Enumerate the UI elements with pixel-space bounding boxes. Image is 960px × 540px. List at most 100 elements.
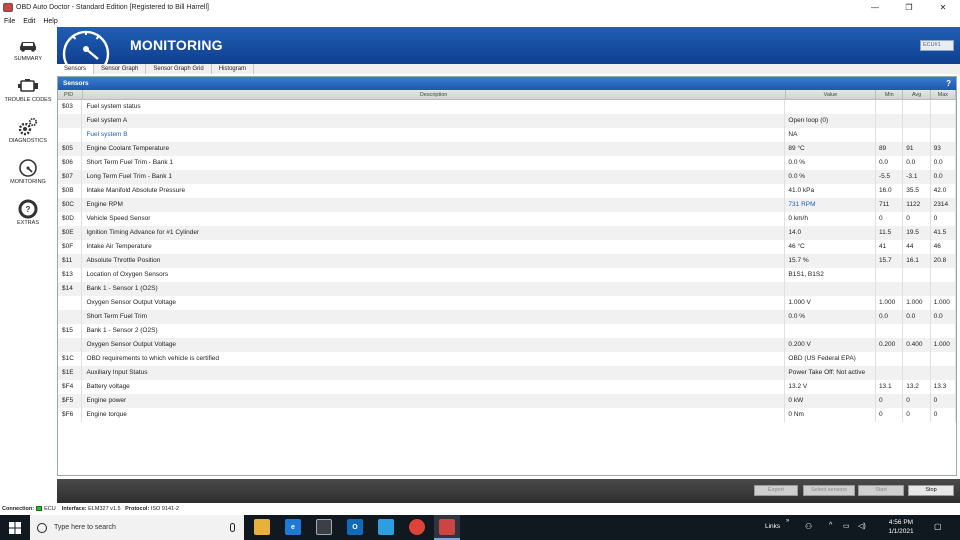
table-row[interactable]: Fuel system B NA — [58, 128, 956, 142]
cell-max: 0 — [931, 408, 956, 422]
clock[interactable]: 4:56 PM 1/1/2021 — [876, 518, 926, 536]
cell-max — [931, 114, 956, 128]
cell-desc: Battery voltage — [82, 380, 786, 394]
search-input[interactable]: Type here to search — [54, 524, 116, 531]
table-row[interactable]: $0D Vehicle Speed Sensor 0 km/h 0 0 0 — [58, 212, 956, 226]
chevron-icon[interactable]: » — [786, 518, 789, 524]
edge-browser-icon[interactable]: e — [285, 519, 301, 535]
table-row[interactable]: $F4 Battery voltage 13.2 V 13.1 13.2 13.3 — [58, 380, 956, 394]
table-row[interactable]: $11 Absolute Throttle Position 15.7 % 15.7 1… — [58, 254, 956, 268]
table-row[interactable]: Short Term Fuel Trim 0.0 % 0.0 0.0 0.0 — [58, 310, 956, 324]
cell-max: 0 — [931, 394, 956, 408]
column-min[interactable]: Min — [876, 90, 904, 99]
tab-sensors[interactable]: Sensors — [57, 64, 95, 74]
table-row[interactable]: $07 Long Term Fuel Trim - Bank 1 0.0 % -5.5… — [58, 170, 956, 184]
connection-value: ECU — [44, 506, 56, 512]
help-icon[interactable]: ? — [946, 77, 951, 90]
stop-button[interactable]: Stop — [908, 485, 954, 496]
nav-trouble-codes[interactable]: TROUBLE CODES — [0, 74, 56, 110]
cell-pid: $11 — [58, 254, 83, 268]
table-row[interactable]: $14 Bank 1 - Sensor 1 (O2S) — [58, 282, 956, 296]
tab-histogram[interactable]: Histogram — [212, 64, 255, 74]
cell-desc: Short Term Fuel Trim - Bank 1 — [82, 156, 786, 170]
cell-avg: 35.5 — [903, 184, 931, 198]
table-row[interactable]: $F6 Engine torque 0 Nm 0 0 0 — [58, 408, 956, 422]
nav-label: EXTRAS — [16, 220, 39, 226]
table-row[interactable]: $03 Fuel system status — [58, 100, 956, 114]
export-button[interactable]: Export — [754, 485, 798, 496]
tab-sensor-graph[interactable]: Sensor Graph — [94, 64, 147, 74]
cell-desc: Ignition Timing Advance for #1 Cylinder — [82, 226, 786, 240]
volume-icon[interactable]: ◁) — [858, 522, 866, 530]
cell-avg — [903, 100, 931, 114]
table-row[interactable]: $1E Auxiliary Input Status Power Take Off:… — [58, 366, 956, 380]
cell-desc: Vehicle Speed Sensor — [82, 212, 786, 226]
file-explorer-icon[interactable] — [254, 519, 270, 535]
cell-max — [931, 128, 956, 142]
menu-edit[interactable]: Edit — [23, 18, 35, 25]
nav-summary[interactable]: SUMMARY — [0, 33, 56, 69]
table-row[interactable]: $13 Location of Oxygen Sensors B1S1, B1S2 — [58, 268, 956, 282]
table-row[interactable]: $06 Short Term Fuel Trim - Bank 1 0.0 % 0.0… — [58, 156, 956, 170]
close-icon[interactable]: ✕ — [926, 0, 960, 15]
taskbar-search[interactable]: Type here to search — [30, 515, 244, 540]
start-button[interactable]: Start — [858, 485, 904, 496]
cell-desc: Short Term Fuel Trim — [82, 310, 786, 324]
interface-label: Interface: — [61, 506, 87, 512]
start-button[interactable] — [0, 515, 30, 540]
cell-value: Power Take Off: Not active — [785, 366, 876, 380]
table-row[interactable]: Fuel system A Open loop (0) — [58, 114, 956, 128]
chrome-icon[interactable] — [409, 519, 425, 535]
table-row[interactable]: $1C OBD requirements to which vehicle is … — [58, 352, 956, 366]
select-sensors-button[interactable]: Select sensors — [803, 485, 855, 496]
minimize-icon[interactable]: — — [858, 0, 892, 15]
cell-pid: $F6 — [58, 408, 83, 422]
menu-file[interactable]: File — [4, 18, 15, 25]
table-row[interactable]: $0F Intake Air Temperature 46 °C 41 44 46 — [58, 240, 956, 254]
cell-pid: $1E — [58, 366, 83, 380]
table-row[interactable]: $0E Ignition Timing Advance for #1 Cylind… — [58, 226, 956, 240]
cell-max — [931, 100, 956, 114]
cell-value: 1.000 V — [785, 296, 876, 310]
table-row[interactable]: Oxygen Sensor Output Voltage 1.000 V 1.000… — [58, 296, 956, 310]
obd-auto-doctor-taskbar-icon[interactable] — [439, 519, 455, 535]
calculator-icon[interactable] — [316, 519, 332, 535]
people-icon[interactable]: ⚇ — [805, 522, 812, 531]
table-row[interactable]: $15 Bank 1 - Sensor 2 (O2S) — [58, 324, 956, 338]
nav-diagnostics[interactable]: DIAGNOSTICS — [0, 115, 56, 151]
column-avg[interactable]: Avg — [903, 90, 931, 99]
ecu-select[interactable]: ECU#1 — [920, 40, 954, 51]
table-row[interactable]: $0C Engine RPM 731 RPM 711 1122 2314 — [58, 198, 956, 212]
tray-overflow-icon[interactable]: ^ — [829, 522, 832, 529]
cell-pid: $05 — [58, 142, 83, 156]
cell-desc: OBD requirements to which vehicle is cer… — [82, 352, 786, 366]
column-description[interactable]: Description — [83, 90, 786, 99]
outlook-icon[interactable]: O — [347, 519, 363, 535]
cell-desc: Location of Oxygen Sensors — [82, 268, 786, 282]
cell-avg: 0 — [903, 212, 931, 226]
table-row[interactable]: $05 Engine Coolant Temperature 89 °C 89 91 93 — [58, 142, 956, 156]
column-pid[interactable]: PID — [58, 90, 83, 99]
column-max[interactable]: Max — [931, 90, 956, 99]
cell-desc: Auxiliary Input Status — [82, 366, 786, 380]
network-icon[interactable]: ▭ — [843, 522, 850, 530]
cell-desc: Fuel system status — [82, 100, 786, 114]
store-icon[interactable] — [378, 519, 394, 535]
restore-icon[interactable]: ❐ — [892, 0, 926, 15]
table-row[interactable]: $0B Intake Manifold Absolute Pressure 41.0… — [58, 184, 956, 198]
app-icon — [3, 3, 13, 12]
cell-value: 89 °C — [785, 142, 876, 156]
table-row[interactable]: Oxygen Sensor Output Voltage 0.200 V 0.200… — [58, 338, 956, 352]
column-value[interactable]: Value — [786, 90, 877, 99]
links-toolbar[interactable]: Links — [765, 523, 780, 530]
cell-pid — [58, 128, 83, 142]
notifications-icon[interactable]: ▢ — [934, 522, 942, 531]
tab-sensor-graph-grid[interactable]: Sensor Graph Grid — [146, 64, 212, 74]
cell-max — [931, 282, 956, 296]
nav-extras[interactable]: ? EXTRAS — [0, 197, 56, 233]
table-row[interactable]: $F5 Engine power 0 kW 0 0 0 — [58, 394, 956, 408]
microphone-icon[interactable] — [230, 523, 235, 532]
menu-help[interactable]: Help — [43, 18, 57, 25]
nav-monitoring[interactable]: MONITORING — [0, 156, 56, 192]
clock-date: 1/1/2021 — [888, 528, 914, 535]
